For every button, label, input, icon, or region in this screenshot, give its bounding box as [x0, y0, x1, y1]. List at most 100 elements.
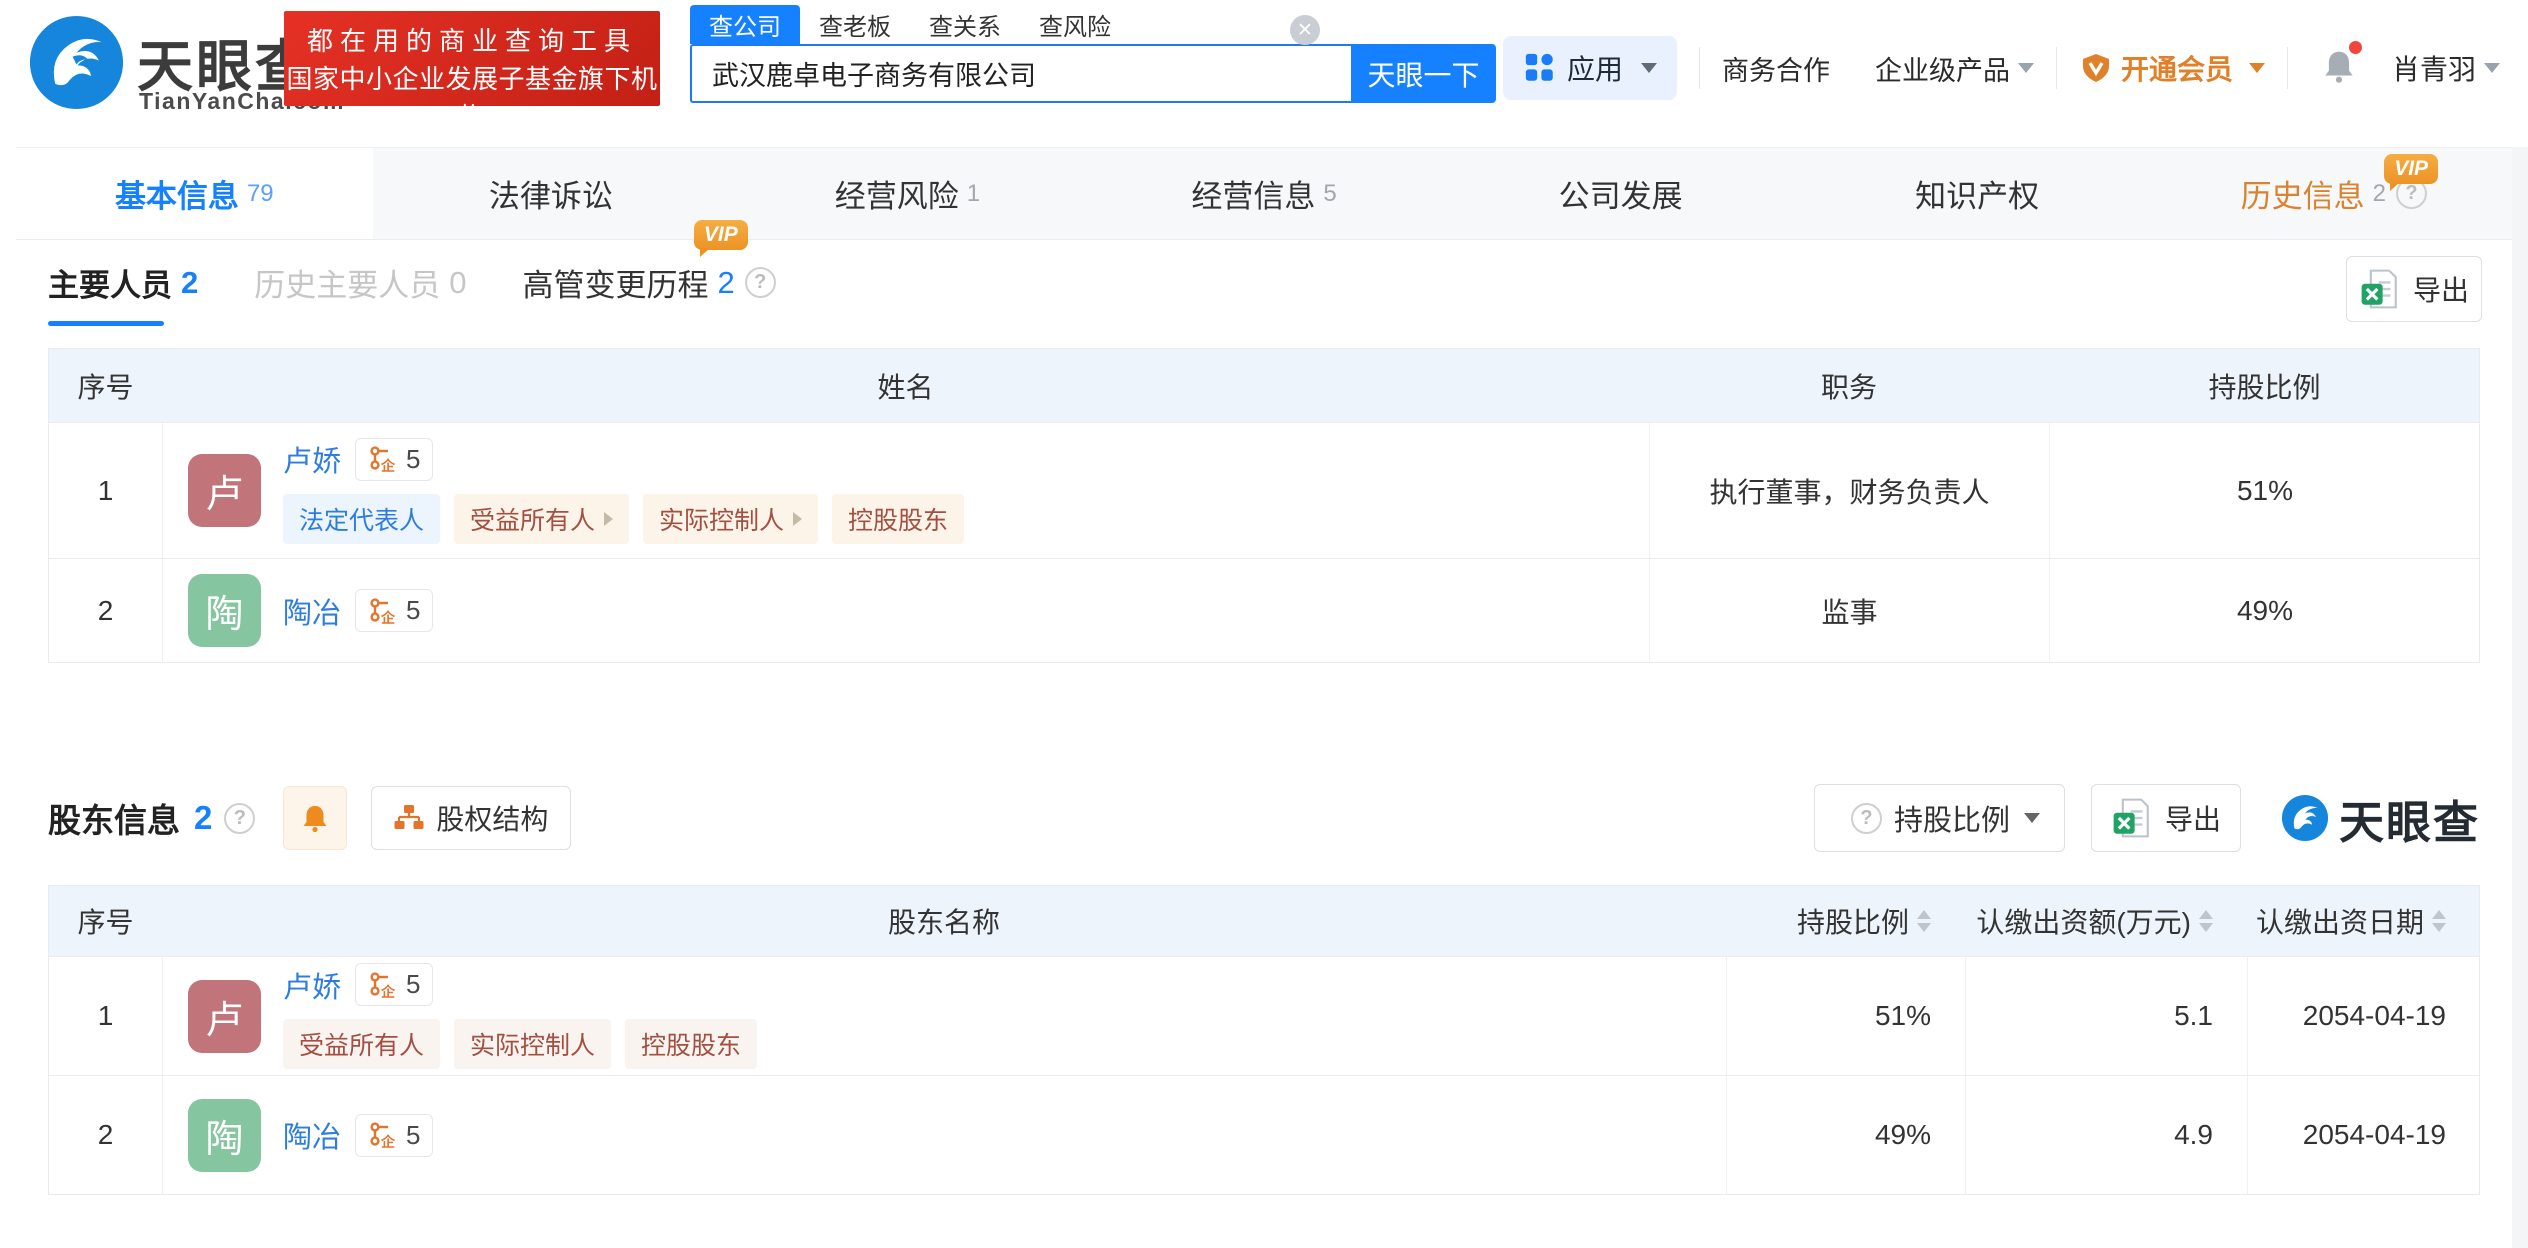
spacer	[1852, 47, 1853, 89]
subtab-executive-changes[interactable]: VIP 高管变更历程2 ?	[523, 260, 776, 305]
avatar[interactable]: 陶	[188, 574, 261, 647]
graph-badge[interactable]: 企 5	[355, 1114, 433, 1157]
col-name: 姓名	[162, 366, 1649, 406]
avatar[interactable]: 卢	[188, 454, 261, 527]
chevron-down-icon	[2249, 63, 2265, 73]
col-position: 职务	[1649, 366, 2049, 406]
col-ratio-sortable[interactable]: 持股比例	[1726, 901, 1965, 941]
person-link[interactable]: 卢娇	[283, 438, 341, 480]
tab-operating-risk[interactable]: 经营风险1	[729, 148, 1086, 239]
chevron-down-icon	[2018, 63, 2034, 73]
tab-basic-info[interactable]: 基本信息79	[16, 148, 373, 239]
person-link[interactable]: 陶冶	[283, 590, 341, 632]
svg-text:企: 企	[380, 458, 396, 474]
company-tabbar: 基本信息79 法律诉讼 经营风险1 经营信息5 公司发展 知识产权 VIP 历史…	[16, 147, 2512, 240]
row-index: 1	[49, 957, 162, 1075]
export-members-button[interactable]: 导出	[2346, 256, 2482, 322]
search-tab-risk[interactable]: 查风险	[1020, 5, 1130, 44]
subtab-main-members[interactable]: 主要人员2	[48, 260, 198, 305]
tab-history-info[interactable]: VIP 历史信息2 ?	[2155, 148, 2512, 239]
company-graph-icon: 企	[368, 970, 398, 1000]
company-graph-icon: 企	[368, 596, 398, 626]
graph-badge[interactable]: 企 5	[355, 963, 433, 1006]
tag-controlling-shareholder[interactable]: 控股股东	[832, 494, 964, 544]
ratio-cell: 49%	[1726, 1076, 1965, 1194]
tag-actual-controller[interactable]: 实际控制人	[643, 494, 818, 544]
col-date-sortable[interactable]: 认缴出资日期	[2247, 901, 2480, 941]
bell-icon	[299, 802, 331, 834]
apps-menu-button[interactable]: 应用	[1503, 36, 1677, 100]
chevron-down-icon	[2024, 813, 2040, 823]
shareholders-table: 序号 股东名称 持股比例 认缴出资额(万元) 认缴出资日期 1 卢 卢娇	[48, 885, 2480, 1195]
scrollbar-track[interactable]	[2512, 147, 2528, 1248]
amount-cell: 5.1	[1965, 957, 2247, 1075]
tab-business-info[interactable]: 经营信息5	[1086, 148, 1443, 239]
person-cell: 卢 卢娇 企 5 法定代	[162, 423, 1649, 558]
nav-enterprise-products[interactable]: 企业级产品	[1875, 49, 2034, 88]
sort-icon[interactable]	[2199, 910, 2213, 932]
sort-by-ratio-dropdown[interactable]: ? 持股比例	[1814, 784, 2065, 852]
search-input[interactable]	[690, 44, 1351, 103]
amount-cell: 4.9	[1965, 1076, 2247, 1194]
graph-badge[interactable]: 企 5	[355, 589, 433, 632]
graph-badge[interactable]: 企 5	[355, 438, 433, 481]
open-vip-button[interactable]: 开通会员	[2079, 48, 2265, 88]
subtab-history-members[interactable]: 历史主要人员0	[254, 260, 466, 305]
search-tab-relation[interactable]: 查关系	[910, 5, 1020, 44]
company-graph-icon: 企	[368, 1120, 398, 1150]
excel-export-icon	[2111, 797, 2153, 839]
equity-structure-button[interactable]: 股权结构	[371, 786, 571, 850]
tag-controlling-shareholder[interactable]: 控股股东	[625, 1019, 757, 1069]
search-tab-boss[interactable]: 查老板	[800, 5, 910, 44]
tab-legal[interactable]: 法律诉讼	[373, 148, 730, 239]
position-cell: 执行董事，财务负责人	[1649, 423, 2049, 558]
sort-icon[interactable]	[2432, 910, 2446, 932]
shareholders-toolbar: ? 持股比例 导出 天眼查	[1814, 784, 2480, 852]
table-row: 1 卢 卢娇 企 5	[49, 422, 2479, 558]
divider	[1699, 47, 1700, 89]
tag-beneficial-owner[interactable]: 受益所有人	[283, 1019, 440, 1069]
person-link[interactable]: 卢娇	[283, 964, 341, 1006]
user-menu[interactable]: 肖青羽	[2392, 48, 2500, 88]
search-tab-company[interactable]: 查公司	[690, 5, 800, 44]
row-index: 2	[49, 559, 162, 662]
help-icon[interactable]: ?	[224, 803, 255, 834]
search-submit-button[interactable]: 天眼一下	[1351, 44, 1496, 103]
vip-badge: VIP	[694, 220, 748, 250]
tag-actual-controller[interactable]: 实际控制人	[454, 1019, 611, 1069]
col-no: 序号	[49, 901, 162, 941]
section-count: 2	[194, 799, 212, 837]
header: 天眼查 TianYanCha.com 都在用的商业查询工具 国家中小企业发展子基…	[0, 0, 2528, 147]
sort-icon[interactable]	[1917, 910, 1931, 932]
person-link[interactable]: 陶冶	[283, 1114, 341, 1156]
apps-grid-icon	[1523, 51, 1557, 85]
shareholders-table-header: 序号 股东名称 持股比例 认缴出资额(万元) 认缴出资日期	[49, 886, 2479, 956]
notification-bell-button[interactable]	[2320, 47, 2358, 90]
tag-legal-representative[interactable]: 法定代表人	[283, 494, 440, 544]
promo-banner[interactable]: 都在用的商业查询工具 国家中小企业发展子基金旗下机构	[284, 11, 660, 106]
svg-text:企: 企	[380, 610, 396, 626]
help-icon[interactable]: ?	[745, 267, 776, 298]
export-shareholders-button[interactable]: 导出	[2091, 784, 2241, 852]
arrow-right-icon	[793, 512, 802, 526]
clear-input-icon[interactable]	[1290, 15, 1320, 45]
person-cell: 陶 陶冶 企 5	[162, 559, 1649, 662]
nav-business-cooperation[interactable]: 商务合作	[1722, 49, 1830, 88]
tianyancha-logo-icon[interactable]	[28, 14, 125, 111]
search-tabs: 查公司 查老板 查关系 查风险	[690, 5, 1130, 44]
company-graph-icon: 企	[368, 444, 398, 474]
tag-beneficial-owner[interactable]: 受益所有人	[454, 494, 629, 544]
members-table-header: 序号 姓名 职务 持股比例	[49, 349, 2479, 422]
tab-company-development[interactable]: 公司发展	[1442, 148, 1799, 239]
avatar[interactable]: 陶	[188, 1099, 261, 1172]
tab-intellectual-property[interactable]: 知识产权	[1799, 148, 2156, 239]
col-ratio: 持股比例	[2049, 366, 2480, 406]
date-cell: 2054-04-19	[2247, 1076, 2480, 1194]
search-box: 天眼一下	[690, 44, 1496, 103]
avatar[interactable]: 卢	[188, 980, 261, 1053]
ratio-cell: 51%	[2049, 423, 2480, 558]
banner-line2: 国家中小企业发展子基金旗下机构	[284, 60, 660, 136]
monitor-bell-button[interactable]	[283, 786, 347, 850]
banner-line1: 都在用的商业查询工具	[284, 22, 660, 60]
col-amount-sortable[interactable]: 认缴出资额(万元)	[1965, 901, 2247, 941]
